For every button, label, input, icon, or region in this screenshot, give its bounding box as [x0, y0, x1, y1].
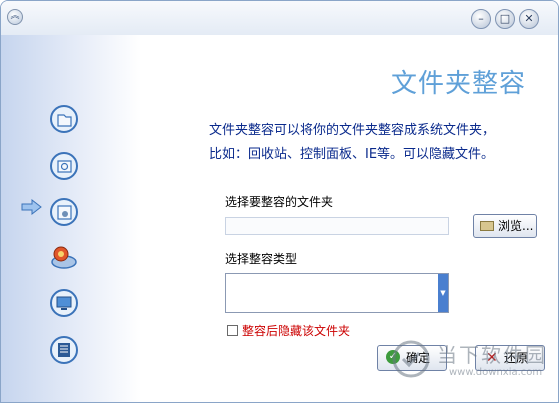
browse-button[interactable]: 浏览...: [473, 214, 537, 238]
maximize-button[interactable]: □: [495, 9, 515, 29]
monitor-icon[interactable]: [49, 288, 79, 318]
watermark-url: www.downxia.com: [449, 367, 543, 378]
settings-folder-icon[interactable]: [49, 197, 79, 227]
type-label: 选择整容类型: [225, 252, 298, 266]
selected-arrow-icon: [21, 199, 42, 215]
folder-icon[interactable]: [49, 104, 79, 134]
camera-folder-icon[interactable]: [49, 151, 79, 181]
hide-folder-checkbox[interactable]: [227, 325, 238, 336]
description: 文件夹整容可以将你的文件夹整容成系统文件夹， 比如：回收站、控制面板、IE等。可…: [209, 119, 549, 167]
folder-label: 选择要整容的文件夹: [225, 195, 334, 209]
type-select[interactable]: ▼: [225, 273, 449, 313]
minimize-button[interactable]: –: [471, 9, 491, 29]
title-bar[interactable]: ︽ – □ ✕: [1, 1, 558, 35]
watermark: 当下软件园 www.downxia.com: [391, 337, 558, 387]
disk-tools-icon[interactable]: [49, 242, 79, 272]
system-info-icon[interactable]: [49, 335, 79, 365]
close-button[interactable]: ✕: [519, 9, 539, 29]
description-line-1: 文件夹整容可以将你的文件夹整容成系统文件夹，: [209, 123, 496, 138]
browse-button-label: 浏览...: [498, 219, 534, 233]
system-menu-icon[interactable]: ︽: [7, 9, 23, 25]
dropdown-arrow-icon[interactable]: ▼: [438, 274, 448, 312]
page-title: 文件夹整容: [391, 69, 527, 99]
app-window: ︽ – □ ✕ 文件夹整容 文件夹整容可以将你的文件夹整容成系统文件夹， 比如：…: [0, 0, 559, 403]
hide-folder-label[interactable]: 整容后隐藏该文件夹: [242, 322, 350, 339]
description-line-2: 比如：回收站、控制面板、IE等。可以隐藏文件。: [209, 147, 495, 162]
open-folder-icon: [480, 221, 494, 231]
folder-path-input[interactable]: [225, 217, 449, 235]
watermark-logo-icon: [392, 340, 430, 378]
watermark-text: 当下软件园: [437, 343, 547, 367]
